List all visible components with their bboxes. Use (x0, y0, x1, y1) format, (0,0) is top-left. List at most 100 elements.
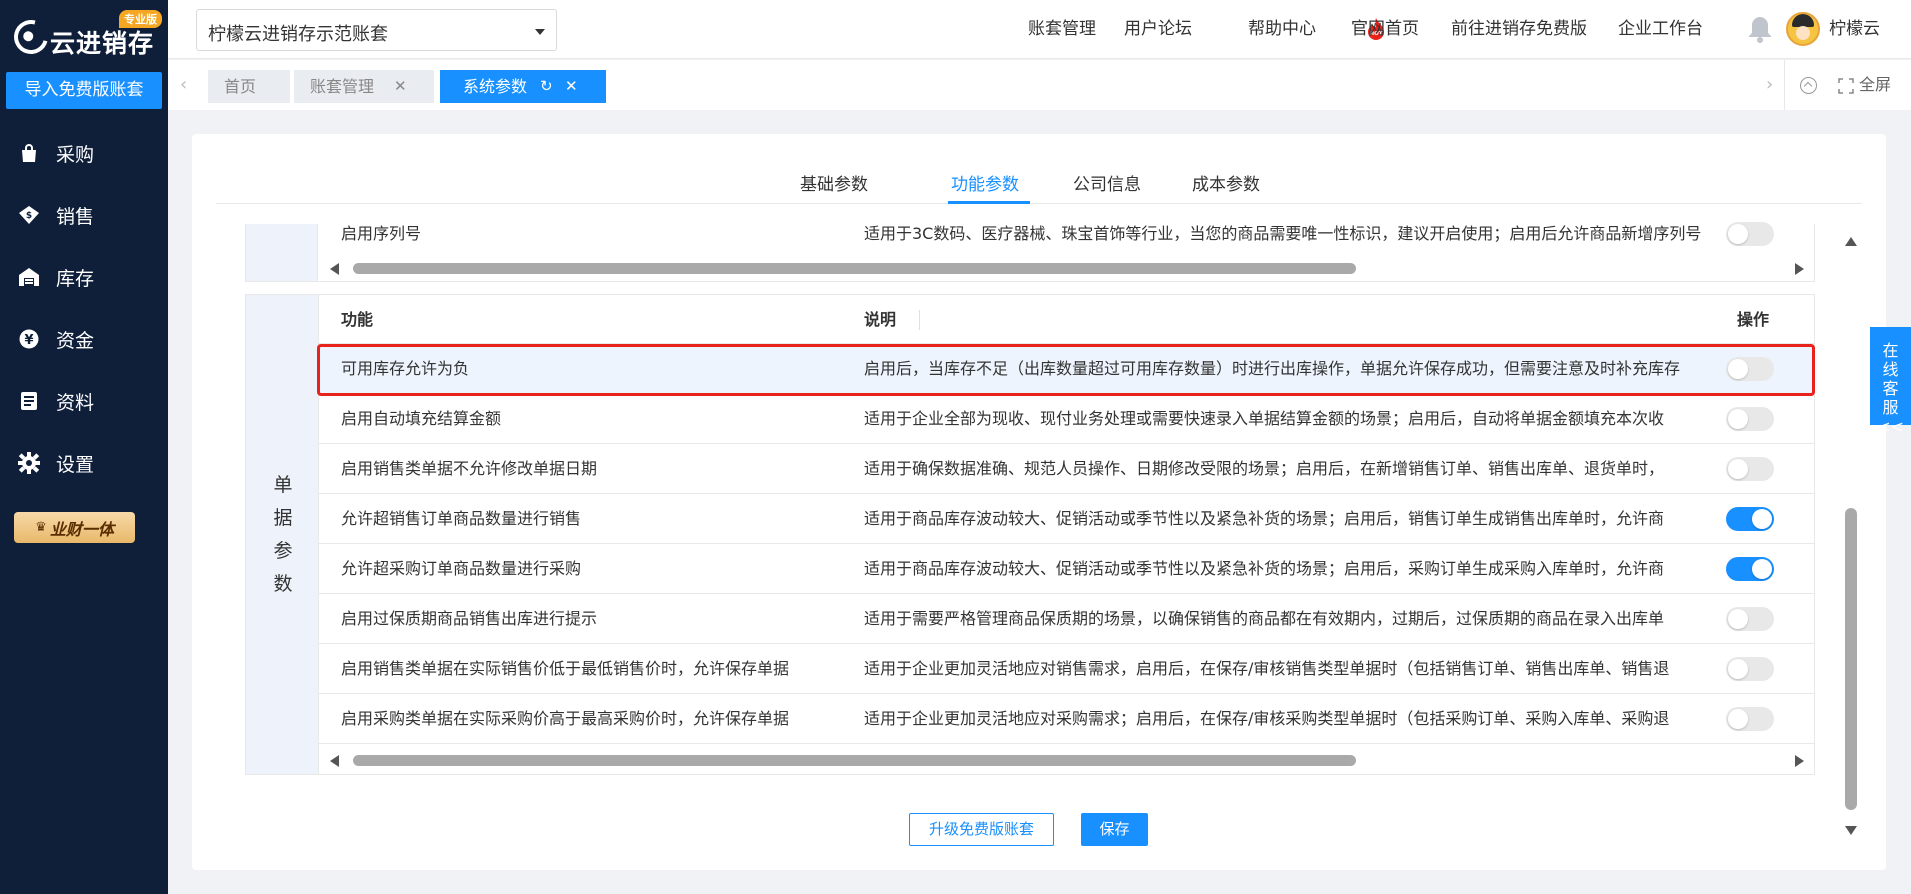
tab-scroll-left-icon[interactable]: ‹ (180, 74, 187, 95)
feature-name: 允许超采购订单商品数量进行采购 (341, 559, 582, 578)
shopping-bag-icon (18, 142, 40, 164)
tab-account-management[interactable]: 账套管理 ✕ (294, 70, 434, 103)
chevron-down-icon (535, 29, 545, 35)
table-row[interactable]: 可用库存允许为负 启用后，当库存不足（出库数量超过可用库存数量）时进行出库操作，… (319, 344, 1814, 394)
group-column: 单 据 参 数 (246, 295, 319, 774)
sidebar-item-funds[interactable]: ¥ 资金 (0, 319, 168, 359)
top-bar: 柠檬云进销存示范账套 账套管理 用户论坛 HOT 帮助中心 官网首页 前往进销存… (168, 0, 1911, 59)
table-row[interactable]: 启用过保质期商品销售出库进行提示 适用于需要严格管理商品保质期的场景，以确保销售… (319, 594, 1814, 644)
vip-badge[interactable]: ♛ 业财一体 (14, 512, 135, 543)
document-icon (18, 390, 40, 412)
tab-company-info[interactable]: 公司信息 (1073, 170, 1141, 195)
lock-sales-date-toggle[interactable] (1726, 457, 1774, 481)
sidebar-item-label: 资料 (56, 391, 95, 414)
refresh-icon[interactable]: ↻ (540, 70, 553, 103)
sidebar-item-inventory[interactable]: 库存 (0, 257, 168, 297)
sidebar-item-sales[interactable]: $ 销售 (0, 195, 168, 235)
sidebar-item-purchase[interactable]: 采购 (0, 133, 168, 173)
horizontal-scrollbar[interactable] (319, 752, 1815, 769)
tab-feature-params[interactable]: 功能参数 (951, 170, 1019, 195)
nav-official-site[interactable]: 官网首页 (1351, 0, 1419, 58)
table-row[interactable]: 启用采购类单据在实际采购价高于最高采购价时，允许保存单据 适用于企业更加灵活地应… (319, 694, 1814, 744)
scrollbar-thumb[interactable] (1845, 508, 1857, 810)
horizontal-scrollbar[interactable] (319, 260, 1815, 277)
feature-description: 适用于企业全部为现收、现付业务处理或需要快速录入单据结算金额的场景；启用后，自动… (864, 409, 1665, 428)
sidebar-item-label: 采购 (56, 143, 95, 166)
close-icon[interactable]: ✕ (394, 70, 407, 103)
exceed-sales-order-toggle[interactable] (1726, 507, 1774, 531)
exceed-purchase-order-toggle[interactable] (1726, 557, 1774, 581)
above-max-purchase-price-toggle[interactable] (1726, 707, 1774, 731)
import-free-account-button[interactable]: 导入免费版账套 (6, 72, 162, 109)
below-min-sale-price-toggle[interactable] (1726, 657, 1774, 681)
vertical-scrollbar[interactable] (1842, 230, 1860, 842)
tab-label: 首页 (224, 77, 257, 96)
svg-text:¥: ¥ (24, 333, 33, 348)
scroll-right-icon[interactable] (1795, 755, 1804, 767)
sidebar-item-label: 销售 (56, 205, 95, 228)
avatar[interactable] (1786, 12, 1820, 46)
nav-go-free-edition[interactable]: 前往进销存免费版 (1451, 0, 1587, 58)
header-description: 说明 (864, 310, 897, 329)
sidebar-item-settings[interactable]: 设置 (0, 443, 168, 483)
close-icon[interactable]: ✕ (565, 70, 578, 103)
nav-user-forum[interactable]: 用户论坛 (1124, 0, 1192, 58)
header-feature: 功能 (341, 310, 374, 329)
tab-basic-params[interactable]: 基础参数 (800, 170, 868, 195)
scroll-left-icon[interactable] (330, 755, 339, 767)
account-select[interactable]: 柠檬云进销存示范账套 (196, 9, 557, 51)
feature-name: 可用库存允许为负 (341, 359, 470, 378)
feature-description: 适用于企业更加灵活地应对销售需求，启用后，在保存/审核销售类型单据时（包括销售订… (864, 659, 1670, 678)
sidebar-item-label: 设置 (56, 453, 95, 476)
feature-name: 启用序列号 (341, 224, 422, 243)
scroll-down-icon[interactable] (1845, 826, 1857, 835)
nav-help-center[interactable]: 帮助中心 (1248, 0, 1316, 58)
bell-icon[interactable] (1748, 15, 1772, 43)
online-service-button[interactable]: 在 线 客 服 << (1870, 327, 1911, 436)
gear-icon (18, 452, 40, 474)
crown-icon: ♛ (35, 520, 47, 535)
svg-text:$: $ (26, 211, 32, 221)
expired-goods-alert-toggle[interactable] (1726, 607, 1774, 631)
nav-enterprise-workbench[interactable]: 企业工作台 (1618, 0, 1703, 58)
serial-number-toggle[interactable] (1726, 222, 1774, 246)
tab-system-params[interactable]: 系统参数 ↻ ✕ (440, 70, 606, 103)
table-row[interactable]: 允许超销售订单商品数量进行销售 适用于商品库存波动较大、促销活动或季节性以及紧急… (319, 494, 1814, 544)
tab-label: 账套管理 (310, 77, 375, 96)
negative-stock-toggle[interactable] (1726, 357, 1774, 381)
table-row[interactable]: 启用自动填充结算金额 适用于企业全部为现收、现付业务处理或需要快速录入单据结算金… (319, 394, 1814, 444)
tab-scroll-right-icon[interactable]: › (1766, 74, 1773, 95)
yen-coin-icon: ¥ (18, 328, 40, 350)
feature-description: 适用于需要严格管理商品保质期的场景，以确保销售的商品都在有效期内，过期后，过保质… (864, 609, 1665, 628)
fullscreen-icon[interactable] (1838, 78, 1854, 94)
sidebar-item-label: 库存 (56, 267, 95, 290)
table-row[interactable]: 允许超采购订单商品数量进行采购 适用于商品库存波动较大、促销活动或季节性以及紧急… (319, 544, 1814, 594)
save-button[interactable]: 保存 (1081, 813, 1148, 846)
app-logo[interactable]: 云进销存 专业版 (7, 10, 162, 61)
table-row[interactable]: 启用销售类单据不允许修改单据日期 适用于确保数据准确、规范人员操作、日期修改受限… (319, 444, 1814, 494)
sales-tag-icon: $ (18, 204, 40, 226)
nav-account-management[interactable]: 账套管理 (1028, 0, 1096, 58)
upgrade-account-button[interactable]: 升级免费版账套 (909, 813, 1054, 846)
header-divider (919, 310, 920, 330)
username[interactable]: 柠檬云 (1829, 0, 1880, 58)
collapse-up-icon[interactable] (1800, 77, 1817, 94)
account-select-value: 柠檬云进销存示范账套 (208, 24, 388, 45)
scrollbar-thumb[interactable] (353, 263, 1356, 274)
scroll-up-icon[interactable] (1845, 237, 1857, 246)
feature-name: 启用过保质期商品销售出库进行提示 (341, 609, 598, 628)
tab-cost-params[interactable]: 成本参数 (1192, 170, 1260, 195)
scrollbar-thumb[interactable] (353, 755, 1356, 766)
param-tabs: 基础参数 功能参数 公司信息 成本参数 (216, 134, 1862, 204)
table-header: 功能 说明 操作 (319, 295, 1814, 344)
fullscreen-label[interactable]: 全屏 (1859, 60, 1891, 110)
tab-home[interactable]: 首页 (208, 70, 290, 103)
scroll-right-icon[interactable] (1795, 263, 1804, 275)
table-row[interactable]: 启用销售类单据在实际销售价低于最低销售价时，允许保存单据 适用于企业更加灵活地应… (319, 644, 1814, 694)
auto-fill-settlement-toggle[interactable] (1726, 407, 1774, 431)
sidebar: 云进销存 专业版 导入免费版账套 采购 $ 销售 库存 ¥ 资金 资料 设置 ♛… (0, 0, 168, 894)
header-action: 操作 (1737, 310, 1770, 329)
sidebar-item-data[interactable]: 资料 (0, 381, 168, 421)
scroll-left-icon[interactable] (330, 263, 339, 275)
feature-description: 适用于企业更加灵活地应对采购需求；启用后，在保存/审核采购类型单据时（包括采购订… (864, 709, 1670, 728)
